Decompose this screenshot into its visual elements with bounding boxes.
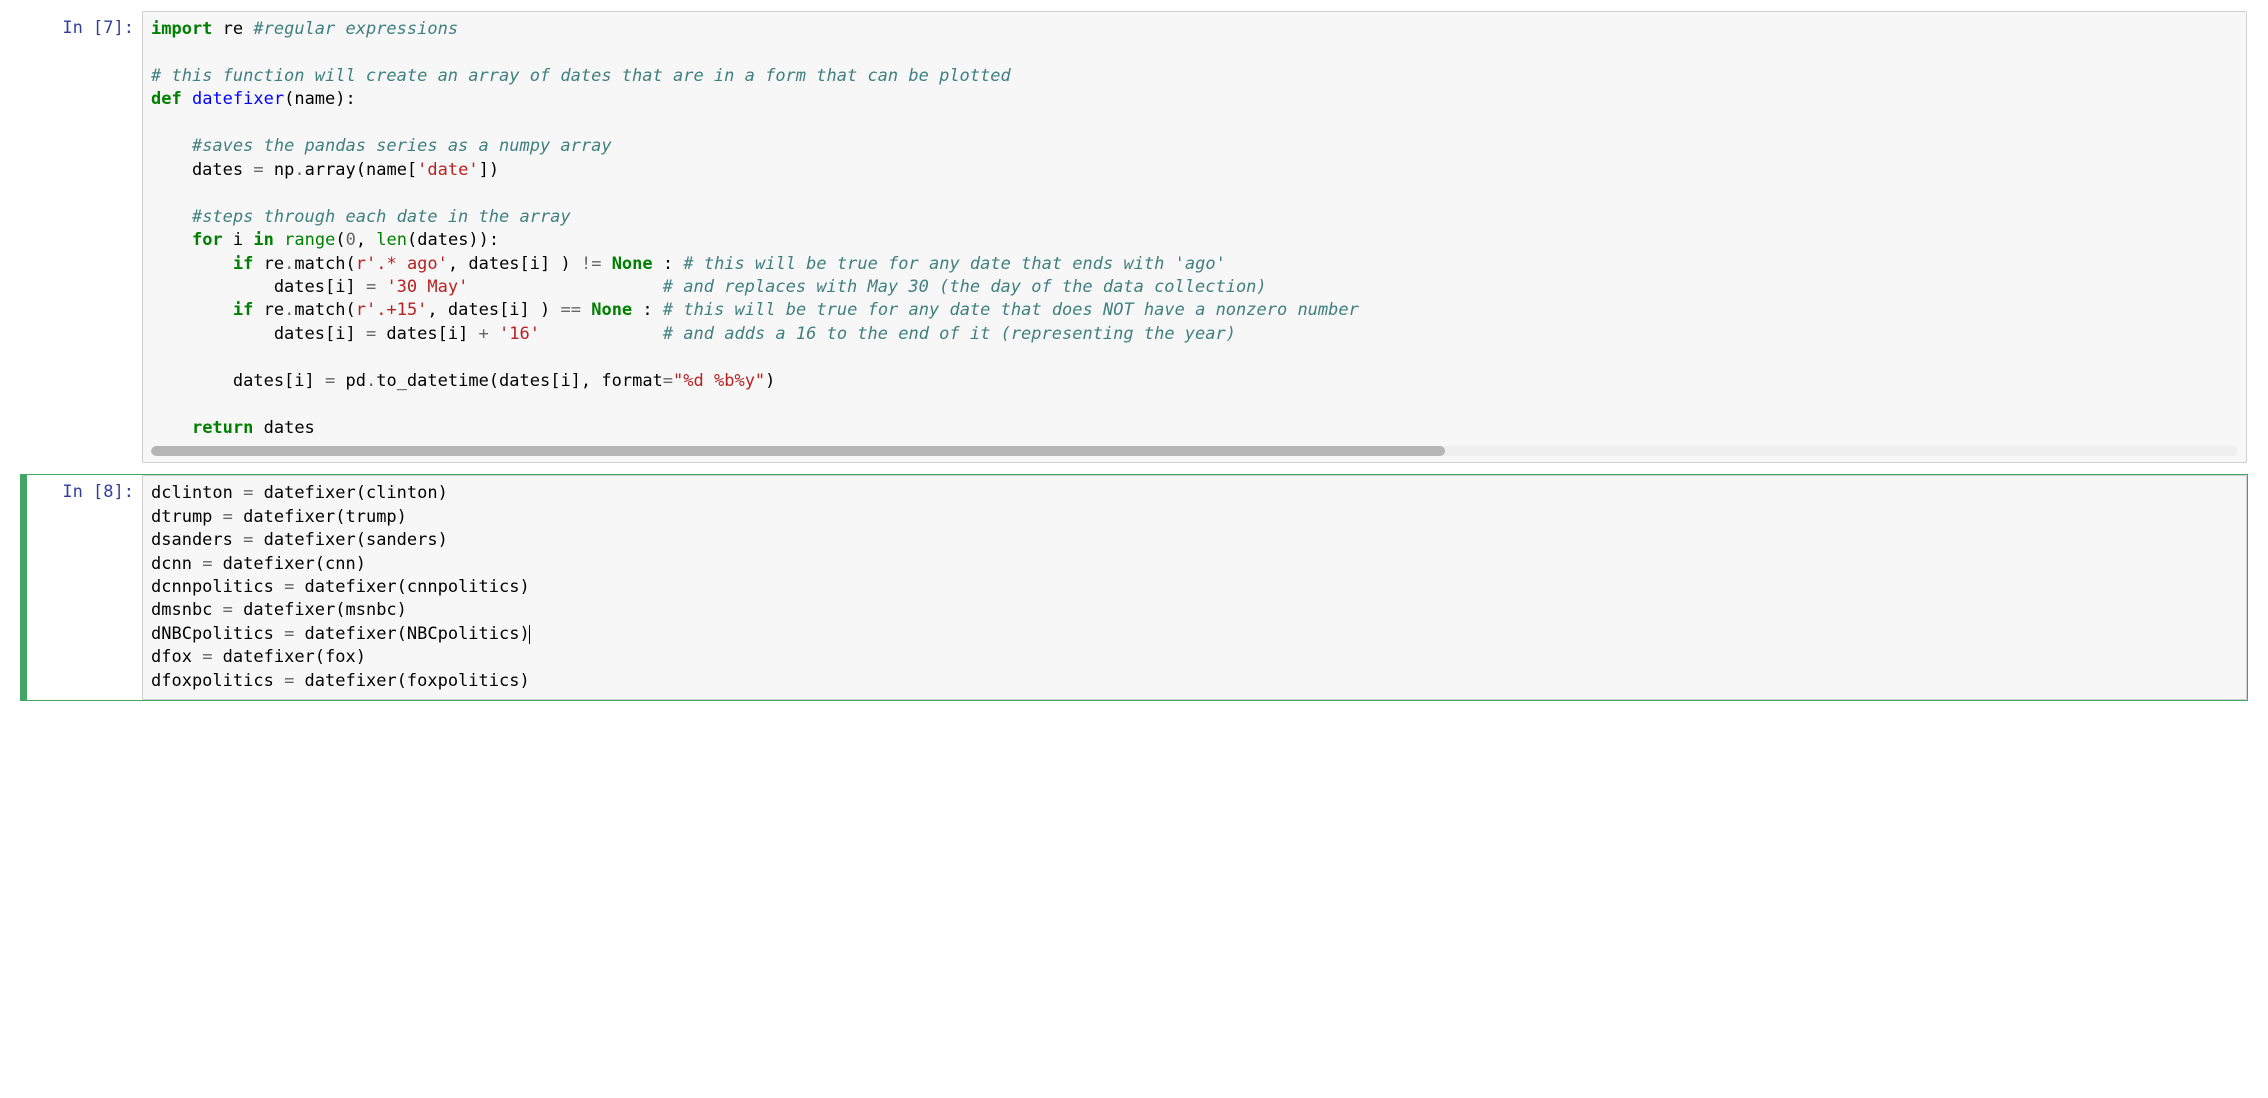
input-prompt: In [7]:	[27, 11, 142, 463]
code-content[interactable]: import re #regular expressions # this fu…	[151, 18, 2238, 440]
input-area-wrap: import re #regular expressions # this fu…	[142, 11, 2247, 463]
horizontal-scrollbar[interactable]	[151, 446, 2238, 456]
input-area-wrap: dclinton = datefixer(clinton) dtrump = d…	[142, 475, 2247, 700]
input-prompt: In [8]:	[27, 475, 142, 700]
notebook-cells: In [7]:import re #regular expressions # …	[20, 10, 2248, 701]
code-content[interactable]: dclinton = datefixer(clinton) dtrump = d…	[151, 482, 2238, 693]
code-input-area[interactable]: import re #regular expressions # this fu…	[142, 11, 2247, 463]
code-cell[interactable]: In [8]:dclinton = datefixer(clinton) dtr…	[20, 474, 2248, 701]
code-input-area[interactable]: dclinton = datefixer(clinton) dtrump = d…	[142, 475, 2247, 700]
scrollbar-thumb[interactable]	[151, 446, 1445, 456]
code-cell[interactable]: In [7]:import re #regular expressions # …	[20, 10, 2248, 464]
